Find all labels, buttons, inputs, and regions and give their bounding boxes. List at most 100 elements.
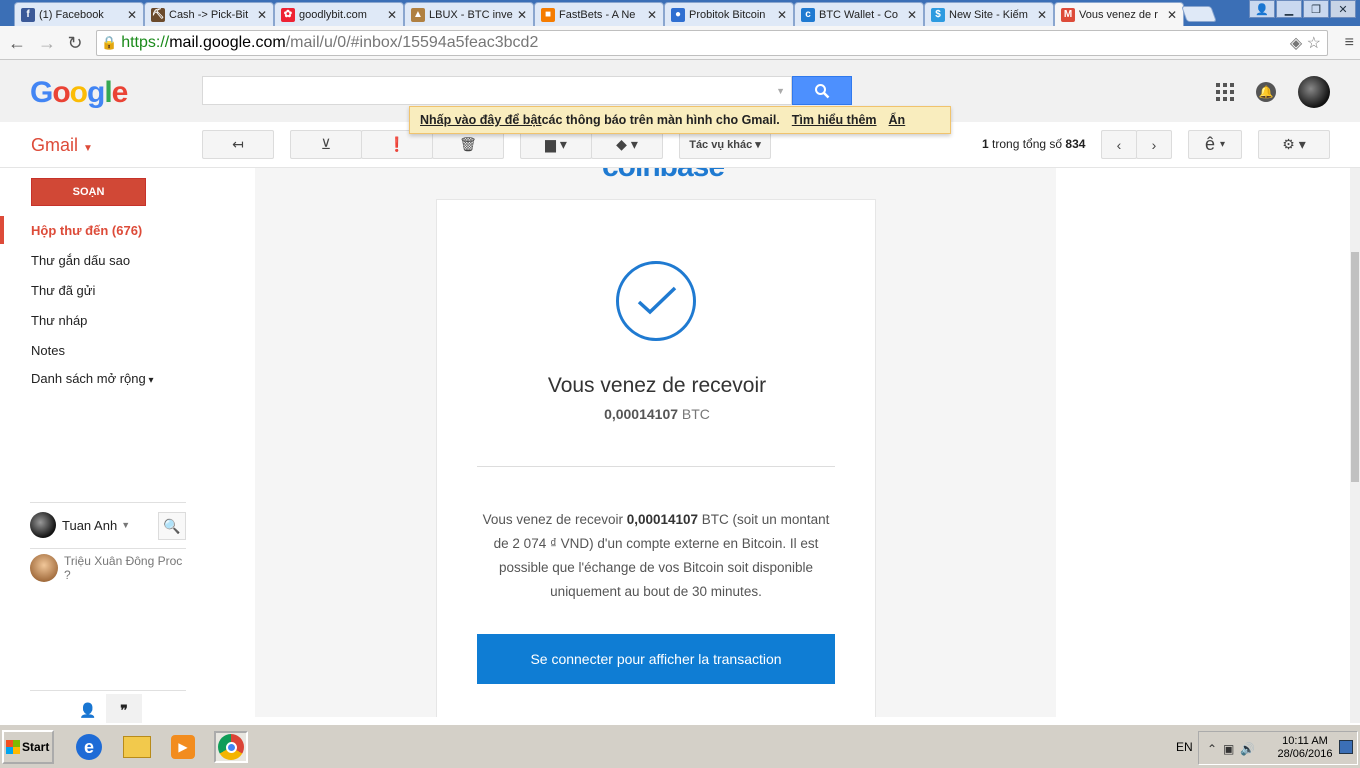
show-desktop-icon[interactable]	[1339, 740, 1353, 754]
language-indicator[interactable]: EN	[1176, 740, 1193, 754]
chrome-menu-icon[interactable]: ≡	[1345, 34, 1354, 52]
browser-tab[interactable]: $ New Site - Kiếm ✕	[924, 2, 1054, 26]
page-scrollbar[interactable]	[1350, 168, 1360, 723]
contacts-person-icon[interactable]: 👤	[70, 694, 106, 726]
chat-user-status[interactable]: Tuan Anh ▼	[30, 512, 130, 538]
fastbets-icon: ■	[541, 7, 555, 22]
labels-button[interactable]: ◆ ▾	[591, 130, 663, 159]
hide-notification-link[interactable]: Ẩn	[889, 113, 906, 127]
user-icon[interactable]: 👤	[1249, 0, 1275, 18]
close-tab-icon[interactable]: ✕	[777, 8, 787, 22]
chat-contact[interactable]: Triệu Xuân Đông Proc ?	[30, 554, 188, 582]
pager-current: 1	[982, 137, 989, 151]
browser-tab[interactable]: ● Probitok Bitcoin ✕	[664, 2, 794, 26]
close-tab-icon[interactable]: ✕	[907, 8, 917, 22]
browser-tab[interactable]: f (1) Facebook ✕	[14, 2, 144, 26]
gear-icon: ⚙ ▾	[1282, 136, 1306, 152]
lbux-icon: ▲	[411, 7, 425, 22]
sidebar-item-drafts[interactable]: Thư nháp	[31, 313, 87, 328]
hangouts-quote-icon[interactable]: ❞	[106, 694, 142, 726]
trash-icon: 🗑	[459, 136, 477, 152]
new-tab-button[interactable]	[1181, 6, 1217, 22]
search-input[interactable]: ▼	[202, 76, 792, 105]
close-tab-icon[interactable]: ✕	[127, 8, 137, 22]
learn-more-link[interactable]: Tìm hiểu thêm	[792, 113, 877, 127]
notifications-bell-icon[interactable]: 🔔	[1256, 82, 1276, 102]
input-tool-label: ê	[1204, 134, 1215, 154]
window-controls: 👤 ▁ ❐ ✕	[1248, 0, 1356, 18]
apps-grid-icon[interactable]	[1216, 83, 1234, 101]
file-explorer-icon[interactable]	[120, 731, 154, 763]
archive-icon: ⊻	[320, 136, 332, 152]
gmail-app-switcher[interactable]: Gmail ▼	[31, 135, 93, 156]
back-to-inbox-button[interactable]: ↤	[202, 130, 274, 159]
coinbase-logo: coinbase	[602, 168, 725, 184]
sidebar-item-more[interactable]: Danh sách mở rộng ▾	[31, 371, 154, 386]
sidebar-item-starred[interactable]: Thư gắn dấu sao	[31, 253, 130, 268]
clock-time: 10:11 AM	[1282, 735, 1328, 747]
sidebar-item-notes[interactable]: Notes	[31, 343, 65, 358]
amount-value: 0,00014107	[604, 406, 679, 422]
browser-tab[interactable]: ⛏ Cash -> Pick-Bit ✕	[144, 2, 274, 26]
media-player-icon[interactable]: ▶	[166, 731, 200, 763]
tab-label: Probitok Bitcoin	[689, 8, 766, 21]
browser-tab[interactable]: c BTC Wallet - Co ✕	[794, 2, 924, 26]
sidebar-item-label: Notes	[31, 343, 65, 358]
dollar-icon: $	[931, 7, 945, 22]
compose-button[interactable]: SOẠN	[31, 178, 146, 206]
email-headline: Vous venez de recevoir	[547, 374, 767, 397]
archive-button[interactable]: ⊻	[290, 130, 362, 159]
reload-icon[interactable]: ↻	[64, 32, 86, 54]
facebook-icon: f	[21, 7, 35, 22]
minimize-icon[interactable]: ▁	[1276, 0, 1302, 18]
notification-text: các thông báo trên màn hình cho Gmail.	[541, 113, 780, 127]
back-arrow-icon[interactable]: ←	[6, 32, 28, 54]
bookmark-star-icon[interactable]: ◈ ☆	[1290, 33, 1321, 53]
chrome-taskbar-icon[interactable]	[214, 731, 248, 763]
move-to-button[interactable]: ▆ ▾	[520, 130, 592, 159]
browser-tab[interactable]: ✿ goodlybit.com ✕	[274, 2, 404, 26]
google-logo[interactable]: Google	[30, 76, 128, 110]
view-transaction-button[interactable]: Se connecter pour afficher la transactio…	[477, 634, 835, 684]
browser-tab[interactable]: ▲ LBUX - BTC inve ✕	[404, 2, 534, 26]
address-bar[interactable]: 🔒 https:// mail.google.com /mail/u/0/#in…	[96, 30, 1328, 56]
more-actions-button[interactable]: Tác vụ khác ▾	[679, 130, 771, 159]
browser-tab[interactable]: ■ FastBets - A Ne ✕	[534, 2, 664, 26]
browser-tab[interactable]: M Vous venez de r ✕	[1054, 2, 1184, 26]
close-tab-icon[interactable]: ✕	[387, 8, 397, 22]
sidebar-item-inbox[interactable]: Hộp thư đến (676)	[31, 223, 142, 238]
chat-search-button[interactable]: 🔍	[158, 512, 186, 540]
close-tab-icon[interactable]: ✕	[647, 8, 657, 22]
pagination-info: 1 trong tổng số 834	[982, 137, 1085, 151]
clock[interactable]: 10:11 AM 28/06/2016	[1275, 735, 1335, 761]
logo-letter: G	[30, 76, 53, 109]
pickaxe-icon: ⛏	[151, 7, 165, 22]
close-tab-icon[interactable]: ✕	[1037, 8, 1047, 22]
search-button[interactable]	[792, 76, 852, 105]
search-options-caret-icon[interactable]: ▼	[776, 86, 785, 96]
input-tools-button[interactable]: ê ▾	[1188, 130, 1242, 159]
windows-taskbar: Start e ▶ EN ⌃▣🔊 10:11 AM 28/06/2016	[0, 723, 1360, 768]
close-tab-icon[interactable]: ✕	[517, 8, 527, 22]
divider	[30, 690, 186, 691]
start-button[interactable]: Start	[2, 730, 54, 764]
scrollbar-thumb[interactable]	[1351, 252, 1359, 482]
close-window-icon[interactable]: ✕	[1330, 0, 1356, 18]
divider	[30, 502, 186, 503]
settings-button[interactable]: ⚙ ▾	[1258, 130, 1330, 159]
account-avatar[interactable]	[1298, 76, 1330, 108]
forward-arrow-icon[interactable]: →	[36, 32, 58, 54]
tray-icons[interactable]: ⌃▣🔊	[1207, 742, 1261, 756]
older-button[interactable]: ›	[1136, 130, 1172, 159]
sidebar-item-sent[interactable]: Thư đã gửi	[31, 283, 95, 298]
delete-button[interactable]: 🗑	[432, 130, 504, 159]
internet-explorer-icon[interactable]: e	[72, 731, 106, 763]
maximize-icon[interactable]: ❐	[1303, 0, 1329, 18]
close-tab-icon[interactable]: ✕	[257, 8, 267, 22]
close-tab-icon[interactable]: ✕	[1167, 8, 1177, 22]
sidebar-item-label: Thư gắn dấu sao	[31, 253, 131, 268]
report-spam-button[interactable]: ❗	[361, 130, 433, 159]
chevron-down-icon: ▼	[121, 520, 131, 530]
newer-button[interactable]: ‹	[1101, 130, 1137, 159]
enable-notifications-link[interactable]: Nhấp vào đây để bật	[420, 113, 542, 127]
